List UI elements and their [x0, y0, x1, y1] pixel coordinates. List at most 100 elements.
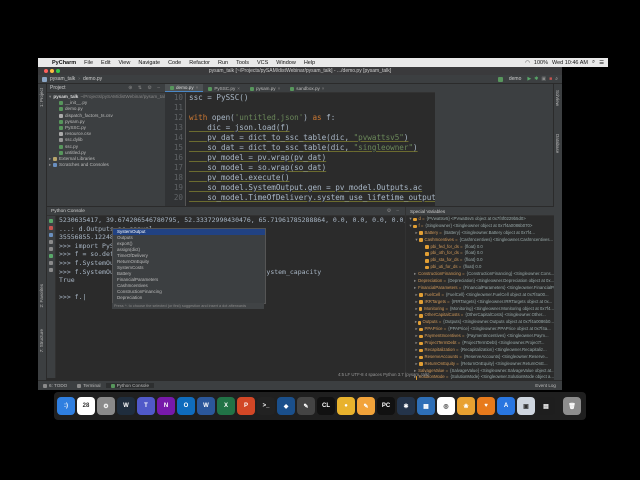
- tool-tab-todo[interactable]: 6: TODO: [38, 383, 72, 388]
- tab-pyssc[interactable]: PySSC.py ×: [203, 85, 245, 92]
- close-icon[interactable]: ×: [196, 85, 199, 90]
- variable-row[interactable]: ▸ Outputs = {Outputs} <Singleowner.Outputs…: [406, 319, 554, 326]
- teams-icon[interactable]: T: [137, 397, 155, 415]
- variable-row[interactable]: ▸ OtherCapitalCosts = {OtherCapitalCosts} …: [406, 312, 554, 319]
- variable-row[interactable]: ▸ ProjectTermDebt = {ProjectTermDebt} <Sin…: [406, 340, 554, 347]
- variable-row[interactable]: pbi_sta_for_ds = {float} 0.0: [406, 257, 554, 264]
- tool-tab-database[interactable]: Database: [555, 134, 560, 153]
- menu-window[interactable]: Window: [272, 60, 300, 66]
- onenote-icon[interactable]: N: [157, 397, 175, 415]
- tool-tab-python-console[interactable]: Python Console: [105, 383, 155, 388]
- sourcetree-icon[interactable]: ◆: [277, 397, 295, 415]
- breadcrumb-project[interactable]: pysam_talk: [47, 76, 78, 82]
- menu-view[interactable]: View: [115, 60, 135, 66]
- trash-icon[interactable]: 🗑: [563, 397, 581, 415]
- tool-tab-terminal[interactable]: Terminal: [72, 383, 105, 388]
- status-text[interactable]: 4:5 LF UTF-8 4 spaces Python 3.7 (pysam_…: [338, 372, 429, 377]
- battery-percent[interactable]: 100%: [534, 60, 548, 66]
- execute-icon[interactable]: [49, 233, 53, 237]
- menu-edit[interactable]: Edit: [97, 60, 114, 66]
- variable-row[interactable]: ▸ Depreciation = {Depreciation} <Singleown…: [406, 278, 554, 285]
- menu-run[interactable]: Run: [214, 60, 232, 66]
- search-everywhere-icon[interactable]: ⌕: [555, 76, 558, 82]
- menu-file[interactable]: File: [80, 60, 97, 66]
- word-icon[interactable]: W: [197, 397, 215, 415]
- variable-row[interactable]: ▸ Battery = {Battery} <Singleowner.Battery…: [406, 230, 554, 237]
- chevron-right-icon[interactable]: ▸: [414, 271, 416, 278]
- debug-icon[interactable]: [49, 254, 53, 258]
- menu-pycharm[interactable]: PyCharm: [48, 60, 80, 66]
- powerpoint-icon[interactable]: P: [237, 397, 255, 415]
- stop-icon[interactable]: [49, 226, 53, 230]
- rerun-icon[interactable]: [49, 219, 53, 223]
- chrome-icon[interactable]: ●: [337, 397, 355, 415]
- variable-row[interactable]: ▸ Recapitalization = {Recapitalization} <S…: [406, 347, 554, 354]
- event-log-button[interactable]: Event Log: [535, 383, 562, 388]
- tool-tab-project[interactable]: 1: Project: [39, 88, 44, 107]
- variable-row[interactable]: ▸ FuelCell = {FuelCell} <Singleowner.FuelC…: [406, 292, 554, 299]
- tool-tab-favorites[interactable]: 2: Favorites: [39, 284, 44, 308]
- variable-row[interactable]: ▸ ReturnOnEquity = {ReturnOnEquity} <Singl…: [406, 361, 554, 368]
- code-editor[interactable]: demo.py × PySSC.py × pysam.py × sandbox.py ×…: [165, 84, 454, 206]
- menubar-clock[interactable]: Wed 10:46 AM: [552, 60, 588, 66]
- system-preferences-icon[interactable]: ⚙: [97, 397, 115, 415]
- breadcrumb-file[interactable]: demo.py: [80, 76, 105, 82]
- completion-item[interactable]: Depreciation: [113, 295, 265, 301]
- clion-icon[interactable]: CL: [317, 397, 335, 415]
- variable-row[interactable]: ▸ FinancialParameters = {FinancialParamete…: [406, 285, 554, 292]
- chevron-right-icon[interactable]: ▸: [414, 285, 416, 292]
- terminal-icon[interactable]: >_: [257, 397, 275, 415]
- close-icon[interactable]: ×: [322, 86, 325, 91]
- tool-tab-structure[interactable]: 7: Structure: [39, 329, 44, 352]
- variable-row[interactable]: ▾ d = {PVwattsv5} <PVwattsv5 object at 0x7…: [406, 216, 554, 223]
- panel-tools-icon[interactable]: ⊕ ⇅ ⚙ ‒: [128, 85, 165, 91]
- variable-row[interactable]: ▾ f = {Singleowner} <Singleowner object at…: [406, 223, 554, 230]
- coverage-icon[interactable]: ▣: [541, 76, 546, 82]
- app-store-icon[interactable]: ♥: [477, 397, 495, 415]
- tab-demo[interactable]: demo.py ×: [165, 84, 204, 92]
- preview-icon[interactable]: ▤: [537, 397, 555, 415]
- console-input-line[interactable]: >>> f.|: [59, 293, 86, 302]
- variable-row[interactable]: ▸ ReserveAccounts = {ReserveAccounts} <Sin…: [406, 354, 554, 361]
- debug-icon[interactable]: ✱: [534, 76, 538, 82]
- menu-code[interactable]: Code: [164, 60, 185, 66]
- wifi-icon[interactable]: ◠: [525, 60, 530, 66]
- screen-capture-icon[interactable]: ▣: [517, 397, 535, 415]
- pycharm-icon[interactable]: PC: [377, 397, 395, 415]
- project-panel-title[interactable]: Project: [50, 85, 66, 91]
- zoom-window-icon[interactable]: [56, 69, 60, 73]
- pages-icon[interactable]: ✎: [357, 397, 375, 415]
- variable-row[interactable]: pbi_uti_for_ds = {float} 0.0: [406, 264, 554, 271]
- outlook-icon[interactable]: O: [177, 397, 195, 415]
- tool-tab-sciview[interactable]: SciView: [555, 90, 560, 106]
- menu-refactor[interactable]: Refactor: [185, 60, 214, 66]
- code-area[interactable]: 10 ssc = PySSC() 11 12 with open('untitled…: [165, 93, 454, 206]
- activity-monitor-icon[interactable]: A: [497, 397, 515, 415]
- stop-icon[interactable]: ■: [549, 76, 552, 82]
- tree-scratches[interactable]: ▸ Scratches and Consoles: [49, 162, 165, 168]
- menu-help[interactable]: Help: [300, 60, 319, 66]
- menu-vcs[interactable]: VCS: [253, 60, 272, 66]
- settings-icon[interactable]: [49, 240, 53, 244]
- variable-row[interactable]: ▸ ConstructionFinancing = {ConstructionFin…: [406, 271, 554, 278]
- close-icon[interactable]: ×: [237, 86, 240, 91]
- run-icon[interactable]: ▶: [527, 76, 531, 82]
- add-console-icon[interactable]: [49, 268, 53, 272]
- variable-row[interactable]: ▸ PPAPrice = {PPAPrice} <Singleowner.PPAPr…: [406, 326, 554, 333]
- variable-row[interactable]: ▸ IRRTargets = {IRRTargets} <Singleowner.I…: [406, 299, 554, 306]
- chevron-right-icon[interactable]: ▸: [414, 278, 416, 285]
- menu-tools[interactable]: Tools: [232, 60, 253, 66]
- history-icon[interactable]: [49, 247, 53, 251]
- photos-icon[interactable]: ▦: [417, 397, 435, 415]
- variable-row[interactable]: ▸ Monitoring = {Monitoring} <Singleowner.M…: [406, 306, 554, 313]
- run-config-select[interactable]: demo: [506, 76, 525, 82]
- close-window-icon[interactable]: [44, 69, 48, 73]
- minimize-window-icon[interactable]: [50, 69, 54, 73]
- calendar-icon[interactable]: 28: [77, 397, 95, 415]
- finder-icon[interactable]: :): [57, 397, 75, 415]
- close-icon[interactable]: ×: [278, 86, 281, 91]
- webex-icon[interactable]: W: [117, 397, 135, 415]
- variables-icon[interactable]: [49, 261, 53, 265]
- panel-tools-icon[interactable]: ⚙ ‒: [387, 209, 405, 214]
- safari-icon[interactable]: ◎: [437, 397, 455, 415]
